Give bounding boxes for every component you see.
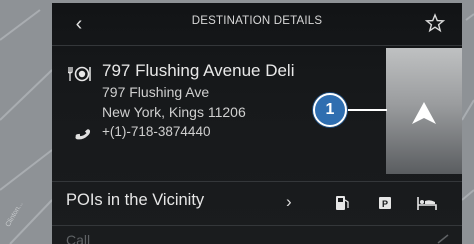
parking-icon[interactable]: P	[375, 193, 395, 213]
row-divider-2	[52, 225, 462, 226]
svg-text:P: P	[382, 199, 388, 209]
pois-in-vicinity-row[interactable]: POIs in the Vicinity › P	[52, 182, 462, 224]
map-street-label: Clinton...	[5, 201, 25, 228]
map-preview[interactable]	[386, 48, 462, 174]
hotel-icon[interactable]	[416, 193, 438, 213]
callout-marker: 1	[313, 93, 347, 127]
phone-icon[interactable]	[74, 125, 92, 143]
phone-number[interactable]: +(1)-718-3874440	[102, 124, 210, 139]
restaurant-icon	[68, 66, 91, 82]
navigation-arrow-icon	[412, 102, 436, 124]
header: ‹ DESTINATION DETAILS	[52, 3, 462, 45]
destination-details-panel: ‹ DESTINATION DETAILS 797 Flushing Avenu…	[52, 3, 462, 244]
page-title: DESTINATION DETAILS	[191, 15, 323, 27]
callout-line	[347, 109, 387, 111]
call-label: Call	[66, 232, 91, 244]
favorite-star-icon[interactable]	[424, 12, 446, 34]
call-row[interactable]: Call	[52, 227, 462, 244]
header-divider	[52, 45, 462, 46]
gas-station-icon[interactable]	[332, 193, 352, 213]
phone-icon	[437, 234, 449, 244]
destination-name: 797 Flushing Avenue Deli	[102, 61, 295, 80]
back-button[interactable]: ‹	[68, 13, 90, 35]
address-line-1: 797 Flushing Ave	[102, 84, 210, 100]
pois-in-vicinity-label: POIs in the Vicinity	[66, 191, 205, 209]
address-line-2: New York, Kings 11206	[102, 104, 246, 120]
chevron-right-icon[interactable]: ›	[286, 192, 292, 212]
